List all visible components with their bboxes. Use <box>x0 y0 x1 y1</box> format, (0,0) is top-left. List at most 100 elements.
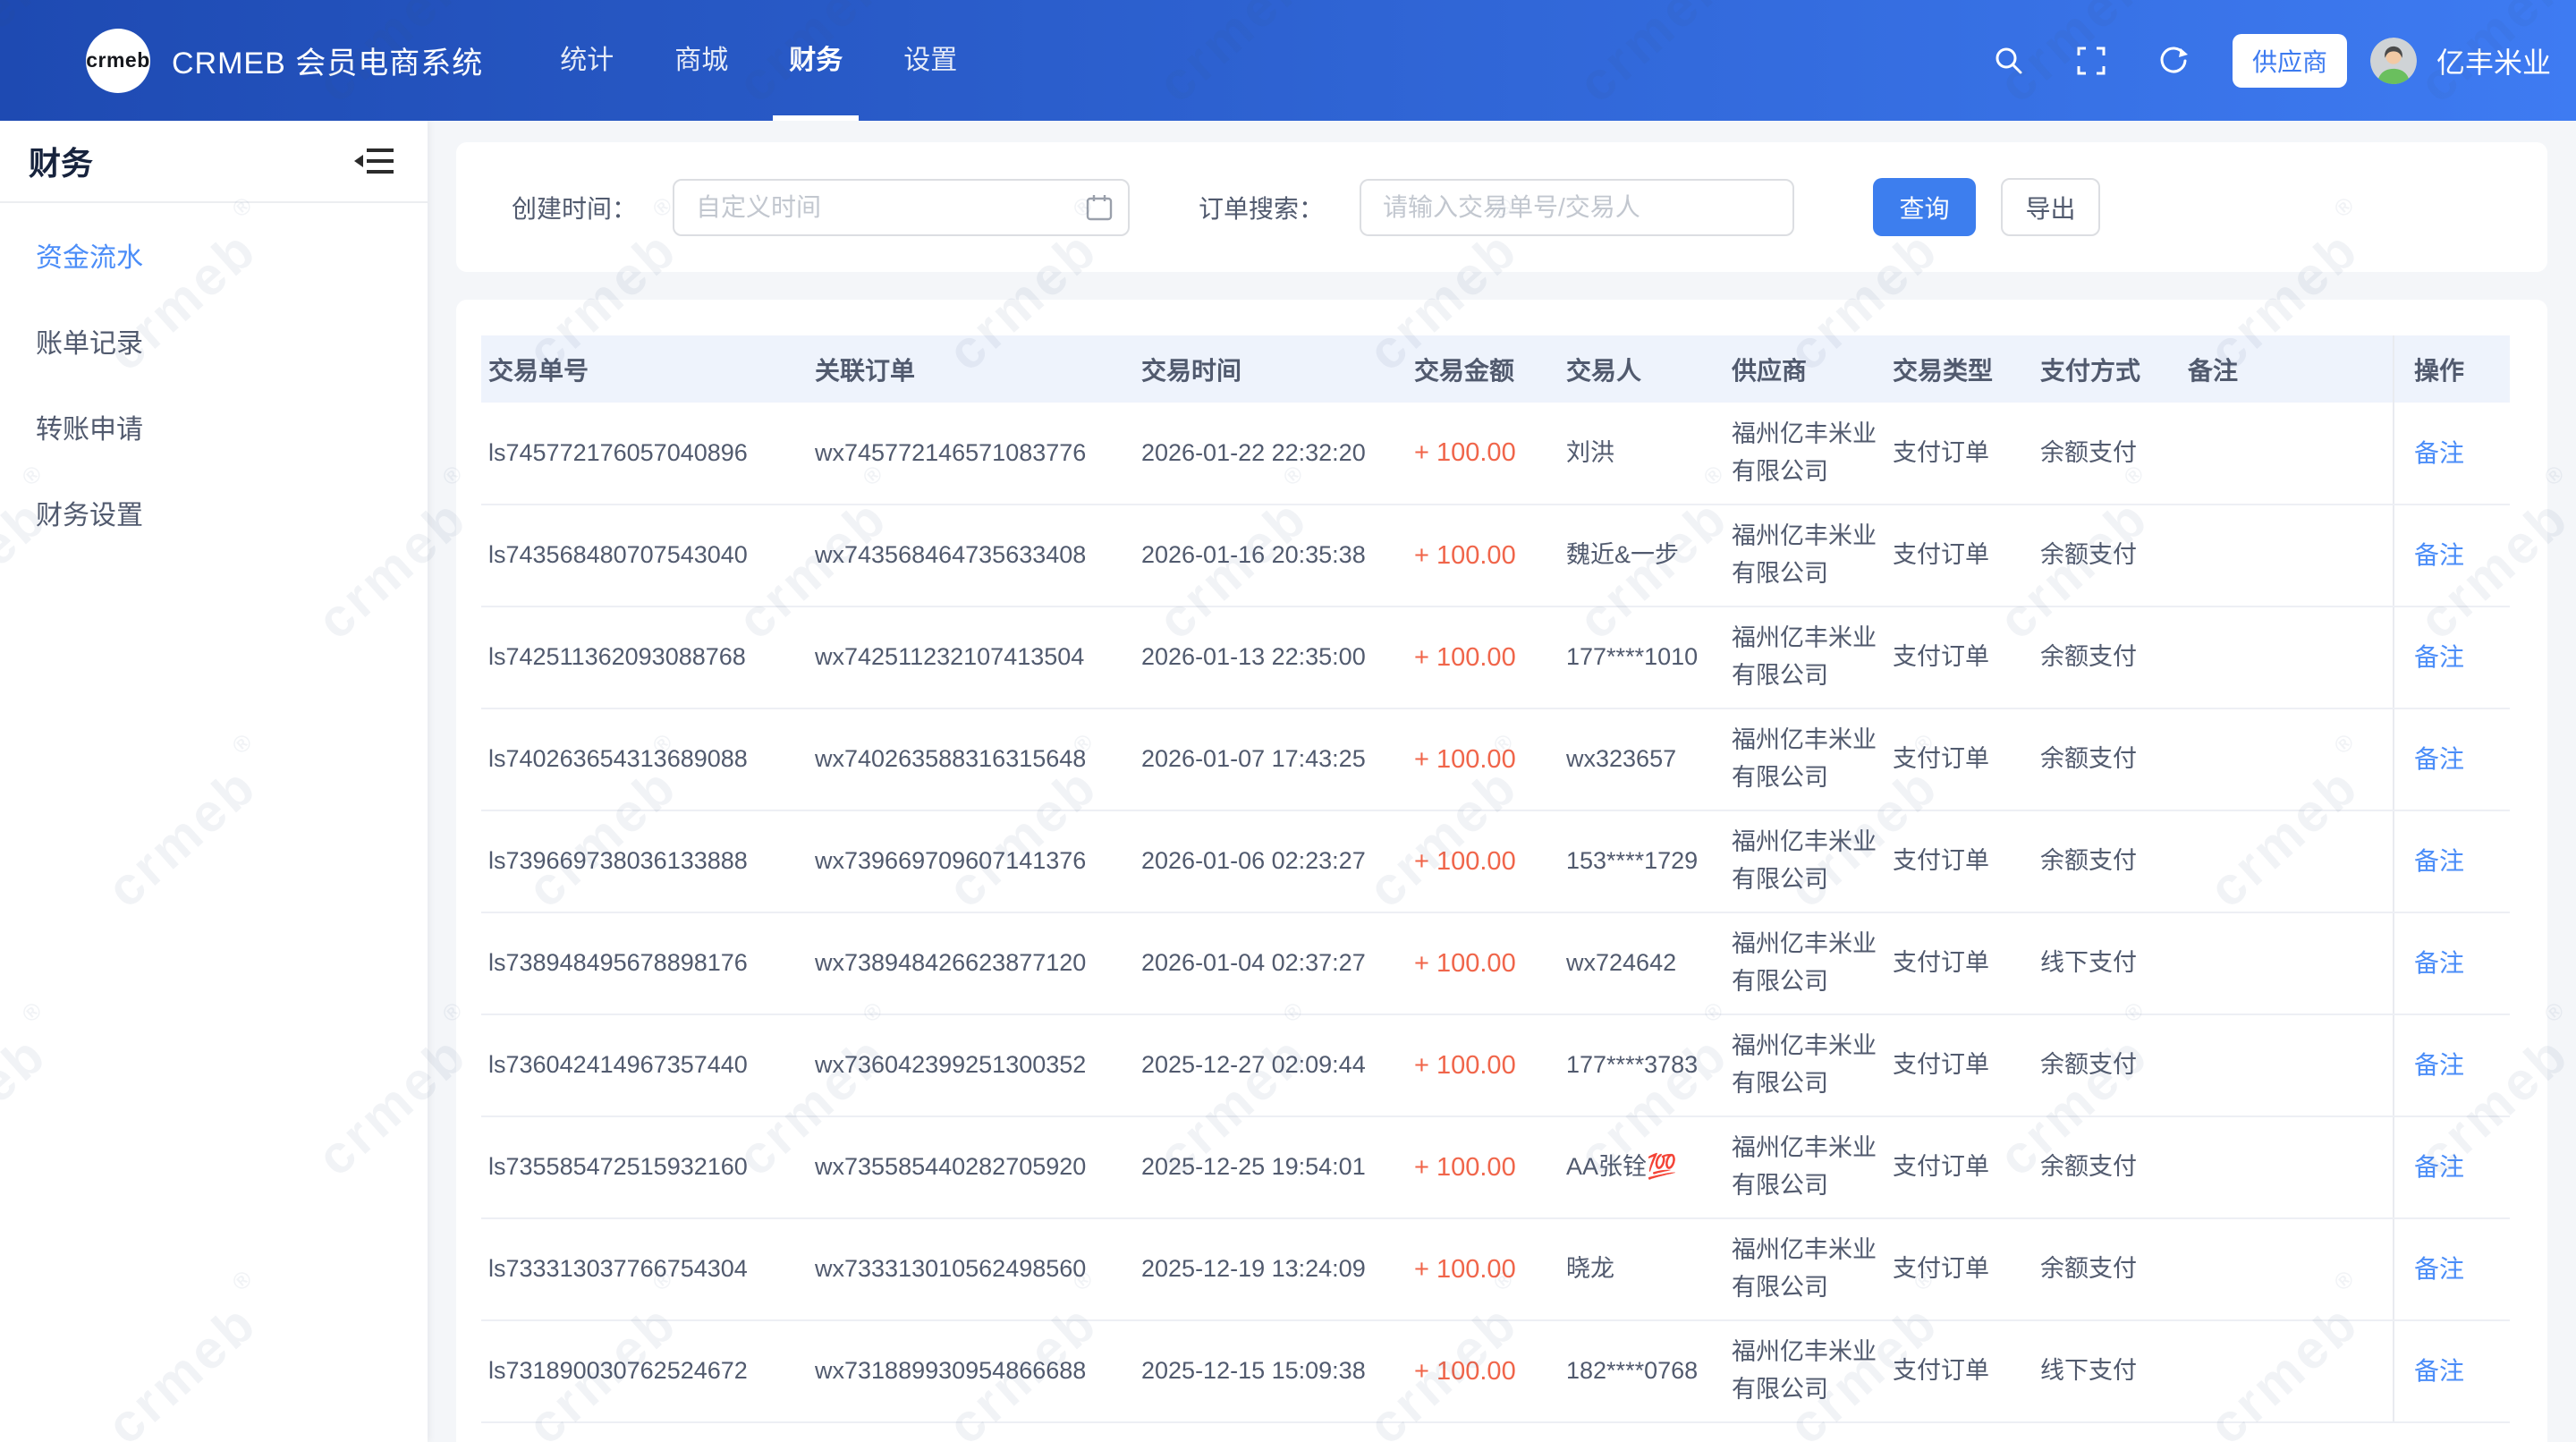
supplier-cell: 福州亿丰米业有限公司 <box>1724 1116 1885 1218</box>
trader-cell: 182****0768 <box>1559 1320 1724 1422</box>
type-cell: 支付订单 <box>1885 1116 2033 1218</box>
related-cell: wx745772146571083776 <box>808 403 1134 505</box>
related-cell: wx740263588316315648 <box>808 708 1134 810</box>
action-cell: 备注 <box>2394 606 2510 708</box>
sidebar-item-1[interactable]: 资金流水 <box>0 216 428 301</box>
trader-cell: 177****1010 <box>1559 606 1724 708</box>
export-button[interactable]: 导出 <box>2001 178 2100 236</box>
order-no-cell: ls742511362093088768 <box>481 606 808 708</box>
nav-tab-2[interactable]: 商城 <box>644 0 758 121</box>
sidebar-item-2[interactable]: 账单记录 <box>0 301 428 387</box>
date-input-wrap <box>673 179 1130 236</box>
remark-link[interactable]: 备注 <box>2414 847 2464 875</box>
order-no-cell: ls733313037766754304 <box>481 1218 808 1320</box>
remark-cell <box>2181 505 2394 606</box>
sidebar-item-3[interactable]: 转账申请 <box>0 387 428 473</box>
pay-cell: 余额支付 <box>2033 505 2181 606</box>
sidebar-item-4[interactable]: 财务设置 <box>0 473 428 559</box>
avatar[interactable] <box>2370 38 2417 84</box>
nav-tab-3[interactable]: 财务 <box>758 0 873 121</box>
action-cell: 备注 <box>2394 708 2510 810</box>
remark-link[interactable]: 备注 <box>2414 745 2464 773</box>
supplier-cell: 福州亿丰米业有限公司 <box>1724 708 1885 810</box>
remark-link[interactable]: 备注 <box>2414 949 2464 977</box>
date-range-input[interactable] <box>673 179 1130 236</box>
column-header-8: 支付方式 <box>2033 335 2181 403</box>
column-header-3: 交易时间 <box>1134 335 1407 403</box>
nav-tab-1[interactable]: 统计 <box>530 0 644 121</box>
user-name[interactable]: 亿丰米业 <box>2436 40 2551 81</box>
table-card: 交易单号关联订单交易时间交易金额交易人供应商交易类型支付方式备注操作 ls745… <box>456 300 2547 1442</box>
column-header-4: 交易金额 <box>1407 335 1559 403</box>
amount-cell: + 100.00 <box>1407 1116 1559 1218</box>
table-row: ls731890030762524672wx731889930954866688… <box>481 1320 2510 1422</box>
top-navbar: crmeb CRMEB 会员电商系统 统计商城财务设置 供应商 亿丰米业 <box>0 0 2576 121</box>
time-cell: 2026-01-06 02:23:27 <box>1134 810 1407 912</box>
order-no-cell: ls731890030762524672 <box>481 1320 808 1422</box>
trader-cell: wx323657 <box>1559 708 1724 810</box>
remark-cell <box>2181 810 2394 912</box>
related-cell: wx731889930954866688 <box>808 1320 1134 1422</box>
remark-link[interactable]: 备注 <box>2414 643 2464 671</box>
navbar-right: 供应商 亿丰米业 <box>1945 34 2551 88</box>
remark-link[interactable]: 备注 <box>2414 1357 2464 1385</box>
time-cell: 2025-12-15 15:09:38 <box>1134 1320 1407 1422</box>
supplier-cell: 福州亿丰米业有限公司 <box>1724 1218 1885 1320</box>
supplier-cell: 福州亿丰米业有限公司 <box>1724 606 1885 708</box>
remark-link[interactable]: 备注 <box>2414 1255 2464 1283</box>
column-header-1: 交易单号 <box>481 335 808 403</box>
table-row: ls739669738036133888wx739669709607141376… <box>481 810 2510 912</box>
order-no-cell: ls743568480707543040 <box>481 505 808 606</box>
nav-menu: 统计商城财务设置 <box>530 0 987 121</box>
app-logo: crmeb <box>86 29 150 93</box>
related-cell: wx742511232107413504 <box>808 606 1134 708</box>
table-row: ls736042414967357440wx736042399251300352… <box>481 1014 2510 1116</box>
refresh-icon[interactable] <box>2156 43 2191 79</box>
supplier-cell: 福州亿丰米业有限公司 <box>1724 505 1885 606</box>
order-no-cell: ls736042414967357440 <box>481 1014 808 1116</box>
table-row: ls745772176057040896wx745772146571083776… <box>481 403 2510 505</box>
column-header-10: 操作 <box>2394 335 2510 403</box>
remark-cell <box>2181 1014 2394 1116</box>
amount-cell: + 100.00 <box>1407 708 1559 810</box>
pay-cell: 余额支付 <box>2033 1218 2181 1320</box>
order-search-input[interactable] <box>1360 179 1794 236</box>
action-cell: 备注 <box>2394 403 2510 505</box>
nav-tab-4[interactable]: 设置 <box>873 0 987 121</box>
remark-cell <box>2181 1320 2394 1422</box>
remark-link[interactable]: 备注 <box>2414 1051 2464 1079</box>
remark-cell <box>2181 606 2394 708</box>
order-no-cell: ls740263654313689088 <box>481 708 808 810</box>
filter-bar: 创建时间： 订单搜索： 查询 导出 <box>456 142 2547 272</box>
time-cell: 2026-01-16 20:35:38 <box>1134 505 1407 606</box>
amount-cell: + 100.00 <box>1407 403 1559 505</box>
order-no-cell: ls735585472515932160 <box>481 1116 808 1218</box>
action-cell: 备注 <box>2394 1014 2510 1116</box>
order-search-label: 订单搜索： <box>1199 190 1324 225</box>
related-cell: wx733313010562498560 <box>808 1218 1134 1320</box>
search-icon[interactable] <box>1991 43 2027 79</box>
action-cell: 备注 <box>2394 1218 2510 1320</box>
pay-cell: 余额支付 <box>2033 606 2181 708</box>
supplier-cell: 福州亿丰米业有限公司 <box>1724 1014 1885 1116</box>
action-cell: 备注 <box>2394 1320 2510 1422</box>
action-cell: 备注 <box>2394 912 2510 1014</box>
app-logo-text: crmeb <box>86 48 150 72</box>
action-cell: 备注 <box>2394 1116 2510 1218</box>
remark-link[interactable]: 备注 <box>2414 541 2464 569</box>
date-filter-label: 创建时间： <box>512 190 637 225</box>
amount-cell: + 100.00 <box>1407 810 1559 912</box>
pay-cell: 线下支付 <box>2033 912 2181 1014</box>
related-cell: wx738948426623877120 <box>808 912 1134 1014</box>
sidebar-menu: 资金流水账单记录转账申请财务设置 <box>0 203 428 559</box>
remark-cell <box>2181 1218 2394 1320</box>
fullscreen-icon[interactable] <box>2073 43 2109 79</box>
remark-link[interactable]: 备注 <box>2414 1153 2464 1181</box>
remark-cell <box>2181 708 2394 810</box>
remark-link[interactable]: 备注 <box>2414 439 2464 467</box>
amount-cell: + 100.00 <box>1407 912 1559 1014</box>
query-button[interactable]: 查询 <box>1873 178 1976 236</box>
menu-fold-icon[interactable] <box>354 145 394 177</box>
trader-cell: AA张铨💯 <box>1559 1116 1724 1218</box>
transactions-table: 交易单号关联订单交易时间交易金额交易人供应商交易类型支付方式备注操作 ls745… <box>481 335 2510 1423</box>
